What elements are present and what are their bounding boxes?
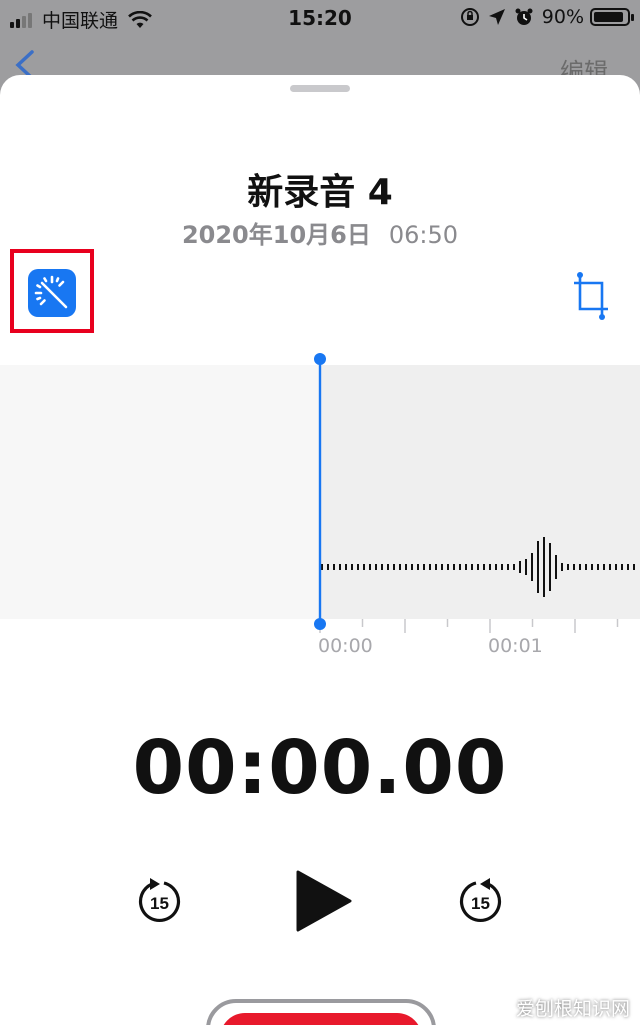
battery-percent: 90% [541,6,584,28]
magic-wand-icon [34,275,68,309]
battery-icon [590,8,634,26]
skip-back-button[interactable]: 15 [136,875,184,931]
skip-back-15-icon: 15 [138,878,181,922]
record-button[interactable] [206,999,436,1025]
skip-forward-15-icon: 15 [459,878,502,922]
elapsed-time: 00:00.00 [132,725,508,811]
battery-fill [594,12,623,22]
status-bar: 中国联通 15:20 90% [0,0,640,36]
skip-forward-label: 15 [471,894,490,913]
recording-sheet: 新录音 4 2020年10月6日 06:50 00:00 00:01 00:00… [0,75,640,1025]
enhance-button[interactable] [28,269,76,317]
status-right: 90% [452,6,634,28]
skip-forward-button[interactable]: 15 [456,875,504,931]
orientation-lock-icon [460,8,479,26]
crop-icon[interactable] [572,271,612,323]
recording-date: 2020年10月6日 [181,221,371,249]
battery-nub [631,14,634,21]
play-icon [296,870,352,932]
skip-back-label: 15 [150,894,169,913]
record-button-inner [220,1013,422,1025]
sheet-grabber[interactable] [290,85,350,92]
recording-title: 新录音 4 [247,172,393,213]
recording-subtitle: 2020年10月6日 06:50 [0,215,640,250]
watermark: 爱刨根知识网 [515,998,630,1020]
recording-time: 06:50 [388,221,459,249]
play-button[interactable] [294,868,354,938]
alarm-icon [515,8,533,25]
playhead[interactable] [0,345,640,645]
location-icon [488,9,505,25]
